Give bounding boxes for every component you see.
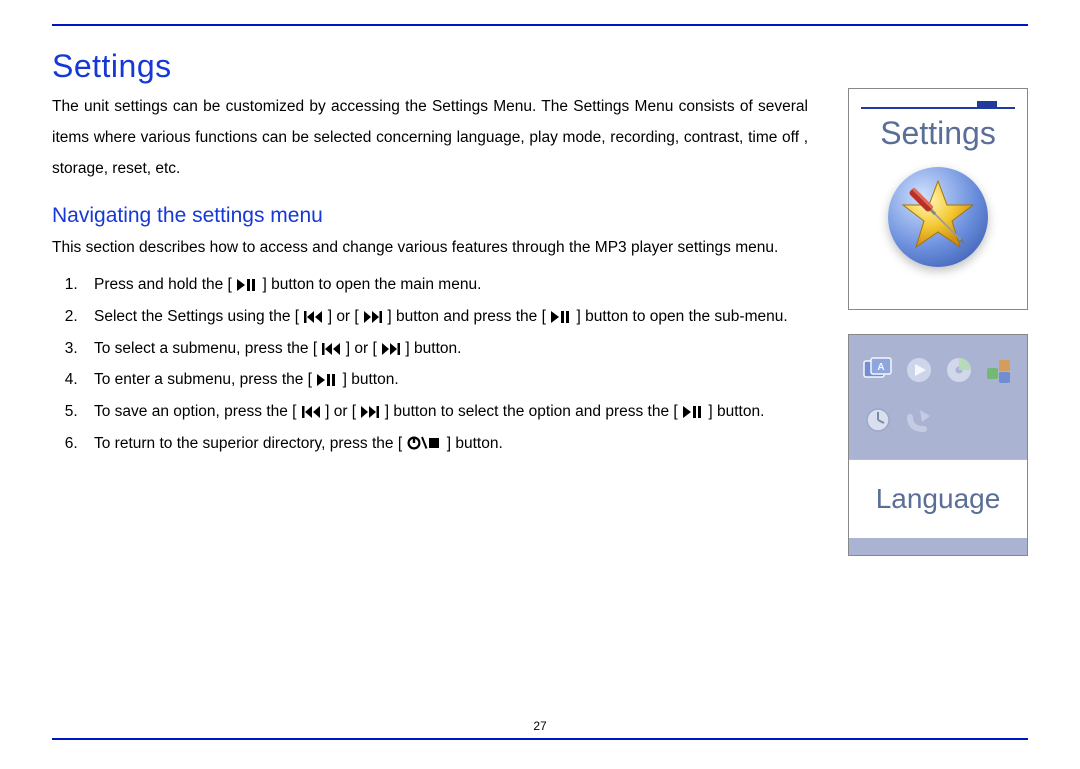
step-5: To save an option, press the [ ] or [ ] … [82,396,808,428]
step-text: ] button to open the main menu. [263,276,482,293]
next-track-icon [361,406,379,418]
step-text: ] button and press the [ [387,308,546,325]
prev-track-icon [304,311,322,323]
steps-list: Press and hold the [ ] button to open th… [52,269,808,460]
step-text: ] button. [447,435,503,452]
page-number: 27 [0,719,1080,733]
section-intro: This section describes how to access and… [52,232,808,263]
settings-star-icon [883,162,993,272]
step-text: ] button. [708,403,764,420]
step-text: ] button to open the sub-menu. [577,308,788,325]
step-text: ] button to select the option and press … [385,403,678,420]
language-mini-icon: A [861,355,895,385]
intro-paragraph: The unit settings can be customized by a… [52,91,808,184]
play-pause-icon [551,311,571,323]
step-4: To enter a submenu, press the [ ] button… [82,364,808,396]
tab-indicator [861,101,1015,111]
step-3: To select a submenu, press the [ ] or [ … [82,333,808,365]
next-track-icon [364,311,382,323]
page-title: Settings [52,48,808,85]
play-pause-icon [317,374,337,386]
screenshot-sub-label: Language [876,483,1001,515]
clock-mini-icon [864,406,892,434]
prev-track-icon [302,406,320,418]
step-text: To select a submenu, press the [ [94,340,317,357]
step-text: ] or [ [346,340,377,357]
step-text: ] or [ [328,308,359,325]
step-6: To return to the superior directory, pre… [82,428,808,460]
step-text: Press and hold the [ [94,276,232,293]
step-2: Select the Settings using the [ ] or [ ]… [82,301,808,333]
prev-track-icon [322,343,340,355]
step-text: ] button. [343,371,399,388]
blocks-mini-icon [984,356,1014,384]
disc-mini-icon [945,356,973,384]
power-stop-icon [407,436,441,450]
step-text: To enter a submenu, press the [ [94,371,312,388]
step-text: ] button. [405,340,461,357]
divider-bottom [52,738,1028,740]
screenshot-language: A Language [848,334,1028,556]
step-text: Select the Settings using the [ [94,308,299,325]
arrow-mini-icon [904,407,934,433]
divider-top [52,24,1028,26]
section-heading-navigating: Navigating the settings menu [52,204,808,228]
screenshot-title: Settings [849,115,1027,152]
play-pause-icon [237,279,257,291]
play-pause-icon [683,406,703,418]
step-text: To return to the superior directory, pre… [94,435,402,452]
step-text: ] or [ [325,403,356,420]
screenshot-settings: Settings [848,88,1028,310]
step-1: Press and hold the [ ] button to open th… [82,269,808,301]
svg-text:A: A [877,362,884,373]
step-text: To save an option, press the [ [94,403,296,420]
next-track-icon [382,343,400,355]
play-mini-icon [905,356,933,384]
